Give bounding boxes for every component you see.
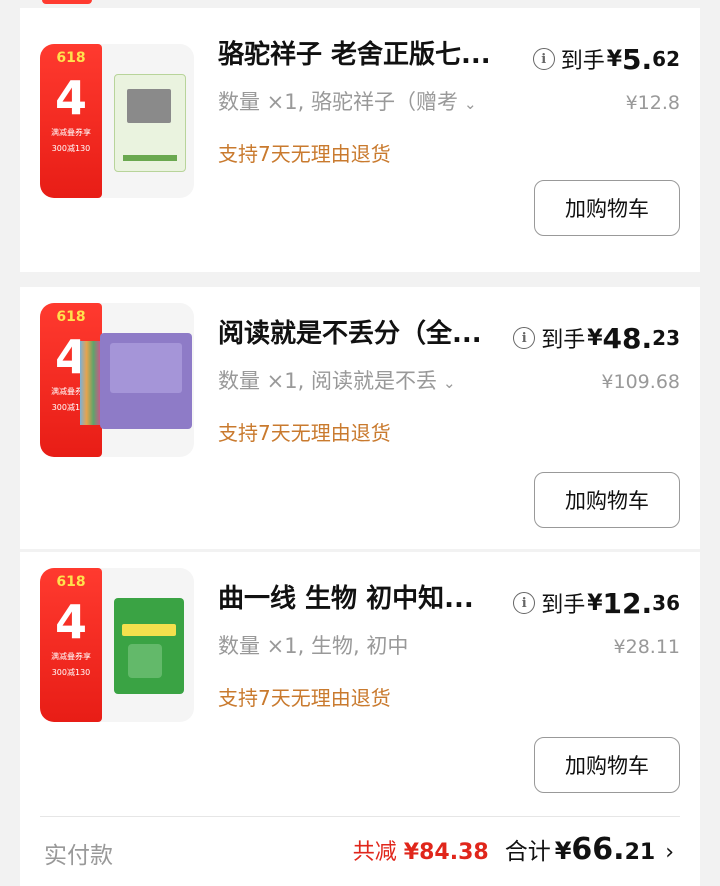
top-badge [42,0,92,4]
return-policy: 支持7天无理由退货 [218,421,391,445]
total-currency: ¥ [554,837,572,865]
chevron-right-icon[interactable]: › [665,840,674,865]
cover-illustration [127,89,171,123]
price-summary[interactable]: 共减 ¥84.38 合计 ¥ 66. 21 › [353,832,674,867]
price-currency: ¥ [606,46,623,72]
cover-stripe [123,155,177,161]
promo-line-1: 满减叠券享 [51,128,91,137]
price-currency: ¥ [587,325,603,351]
actual-payment-label: 实付款 [44,843,113,869]
product-title[interactable]: 曲一线 生物 初中知... [218,582,508,616]
price-decimal: 23 [652,326,680,350]
return-policy: 支持7天无理由退货 [218,686,391,710]
final-price: i 到手 ¥ 12. 36 [513,586,680,620]
payment-summary: 实付款 共减 ¥84.38 合计 ¥ 66. 21 › [20,816,700,886]
product-cover-image [114,74,186,172]
cover-title-block [122,624,176,636]
product-thumbnail[interactable]: 618 4 满减叠券享 300减130 [40,44,194,198]
final-price: i 到手 ¥ 48. 23 [513,321,680,355]
chevron-down-icon: ⌄ [442,374,456,392]
product-thumbnail[interactable]: 618 4 满减叠券享 300减130 [40,303,194,457]
promo-tag: 618 [56,50,86,66]
info-icon[interactable]: i [513,592,536,614]
return-policy: 支持7天无理由退货 [218,142,391,166]
original-price: ¥12.8 [625,92,680,114]
price-label: 到手 [541,328,586,353]
add-to-cart-button[interactable]: 加购物车 [534,180,680,236]
price-currency: ¥ [587,590,603,616]
cover-illustration [128,644,162,678]
promo-big-number: 4 [54,595,87,649]
price-integer: 5. [622,42,653,76]
total-discount: 共减 ¥84.38 [353,834,489,866]
promo-banner: 618 4 满减叠券享 300减130 [40,44,102,198]
total-label: 合计 [504,839,551,865]
promo-big-number: 4 [54,71,87,125]
footer-divider [40,816,680,817]
add-to-cart-button[interactable]: 加购物车 [534,737,680,793]
total-integer: 66. [571,832,625,867]
promo-tag: 618 [56,309,86,325]
price-integer: 12. [602,586,653,620]
top-bar [0,0,720,8]
cart-item-2[interactable]: 618 4 满减叠券享 300减130 阅读就是不丢分（全... 数量 ×1, … [20,287,700,551]
promo-tag: 618 [56,574,86,590]
info-icon[interactable]: i [513,327,536,349]
info-icon[interactable]: i [532,48,555,70]
book-spines [80,341,100,425]
promo-line-1: 满减叠券享 [51,652,91,661]
product-title[interactable]: 骆驼祥子 老舍正版七... [218,38,508,72]
original-price: ¥28.11 [613,636,680,658]
spec-selector[interactable]: 数量 ×1, 阅读就是不丢 ⌄ [218,367,518,397]
product-cover-image [80,333,192,429]
cart-item-1[interactable]: 618 4 满减叠券享 300减130 骆驼祥子 老舍正版七... 数量 ×1,… [20,8,700,272]
price-decimal: 36 [652,591,680,615]
price-decimal: 62 [652,47,680,71]
final-price: i 到手 ¥ 5. 62 [532,42,680,76]
product-title[interactable]: 阅读就是不丢分（全... [218,317,508,351]
chevron-down-icon: ⌄ [463,95,477,113]
cover-title-block [110,343,182,393]
promo-banner: 618 4 满减叠券享 300减130 [40,568,102,722]
spec-text[interactable]: 数量 ×1, 生物, 初中 [218,632,518,660]
discount-value: ¥84.38 [403,840,489,865]
discount-label: 共减 [352,840,397,865]
spec-text: 数量 ×1, 阅读就是不丢 [218,369,437,393]
add-to-cart-button[interactable]: 加购物车 [534,472,680,528]
original-price: ¥109.68 [601,371,680,393]
promo-line-2: 300减130 [51,144,91,153]
promo-line-2: 300减130 [51,668,91,677]
price-label: 到手 [541,593,586,618]
price-integer: 48. [602,321,653,355]
price-label: 到手 [560,49,605,74]
cart-item-3[interactable]: 618 4 满减叠券享 300减130 曲一线 生物 初中知... 数量 ×1,… [20,552,700,816]
product-cover-image [114,598,184,694]
spec-text: 数量 ×1, 骆驼祥子（赠考 [218,90,458,114]
total-decimal: 21 [624,840,656,865]
spec-selector[interactable]: 数量 ×1, 骆驼祥子（赠考 ⌄ [218,88,518,118]
product-thumbnail[interactable]: 618 4 满减叠券享 300减130 [40,568,194,722]
